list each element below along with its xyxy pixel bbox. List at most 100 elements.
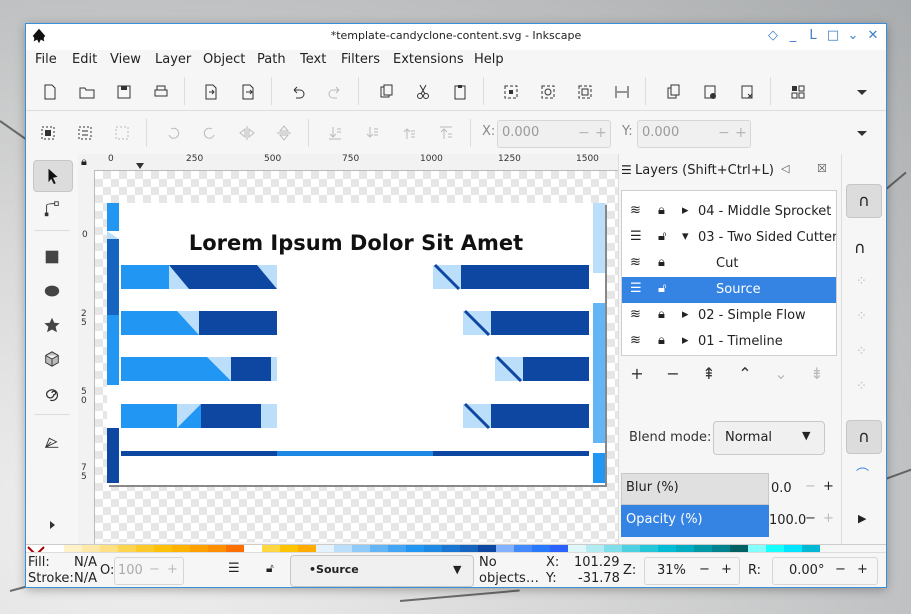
vertical-ruler[interactable]: 0 2 5 5 0 7 5 [78,170,95,544]
blur-value[interactable]: 0.0 [771,481,792,496]
chevrons-down-icon[interactable]: ⌄ [845,28,861,44]
undo-icon[interactable] [288,82,308,102]
rotation-plus-button[interactable]: + [857,562,868,577]
raise-icon[interactable] [399,123,419,143]
clone-icon[interactable] [700,82,720,102]
visibility-icon[interactable]: ≋ [630,307,641,322]
layer-row[interactable]: ≋ 🔒︎ ▸ 02 - Simple Flow [622,303,836,329]
x-input[interactable]: 0.000 [502,125,539,140]
visibility-icon[interactable]: ☰ [630,281,642,296]
y-input[interactable]: 0.000 [642,125,679,140]
group-icon[interactable] [788,82,808,102]
zoom-value[interactable]: 31% [657,563,686,578]
diamond-icon[interactable]: ◇ [765,28,781,44]
x-minus-button[interactable]: − [578,125,590,141]
rotation-field[interactable]: 0.00° − + [772,557,878,585]
rotate-cw-icon[interactable] [200,123,220,143]
opacity-minus-button[interactable]: − [805,511,816,526]
current-layer-select[interactable]: •Source ▼ [290,555,474,587]
menu-path[interactable]: Path [257,52,286,67]
document-page[interactable]: Lorem Ipsum Dolor Sit Amet [107,203,605,485]
save-icon[interactable] [114,82,134,102]
lock-guides-icon[interactable]: 🔒︎ [81,155,87,169]
visibility-icon[interactable]: ≋ [630,255,641,270]
lock-closed-icon[interactable]: 🔒︎ [658,333,665,348]
snap-edges-icon[interactable]: ⁘ [856,274,867,289]
import-icon[interactable] [201,82,221,102]
snap-midpoints-icon[interactable]: ⁘ [856,344,867,359]
selector-tool-icon[interactable] [33,160,73,192]
lock-open-icon[interactable]: 🔓︎ [658,229,666,244]
layer-name[interactable]: 04 - Middle Sprocket Cl [698,204,836,219]
opacity-slider[interactable]: Opacity (%) [621,505,769,537]
panel-dock-icon[interactable]: ◁ [781,162,789,175]
select-all-icon[interactable] [38,123,58,143]
rectangle-tool-icon[interactable] [33,242,71,272]
pen-tool-icon[interactable] [33,426,71,456]
new-document-icon[interactable] [40,82,60,102]
visibility-icon[interactable]: ☰ [630,229,642,244]
snap-more-icon[interactable]: ▶ [858,512,866,525]
layer-list[interactable]: ≋ 🔒︎ ▸ 04 - Middle Sprocket Cl ☰ 🔓︎ ▾ 03… [621,190,837,356]
lock-closed-icon[interactable]: 🔒︎ [658,255,665,270]
menu-object[interactable]: Object [203,52,245,67]
layers-toggle-icon[interactable]: ☰ [228,561,240,576]
spiral-tool-icon[interactable] [33,378,71,408]
print-icon[interactable] [151,82,171,102]
layer-lock-icon[interactable]: 🔓︎ [266,561,274,576]
flip-vertical-icon[interactable] [274,123,294,143]
add-layer-icon[interactable]: + [627,364,647,384]
opacity-plus-button[interactable]: + [823,511,834,526]
layer-row[interactable]: ≋ 🔒︎ Cut [622,251,836,277]
menu-view[interactable]: View [110,52,141,67]
snap-corners-icon[interactable]: ⁘ [856,309,867,324]
zoom-drawing-icon[interactable] [538,82,558,102]
remove-layer-icon[interactable]: − [663,364,683,384]
zoom-selection-icon[interactable] [501,82,521,102]
opacity-field[interactable]: 100 − + [114,557,184,585]
paste-icon[interactable] [450,82,470,102]
zoom-page-width-icon[interactable] [612,82,632,102]
duplicate-icon[interactable] [663,82,683,102]
raise-layer-top-icon[interactable]: ⇞ [699,364,719,384]
layer-row[interactable]: ☰ 🔓︎ ▾ 03 - Two Sided Cutter [622,225,836,251]
menu-layer[interactable]: Layer [155,52,191,67]
lower-icon[interactable] [362,123,382,143]
collapse-icon[interactable]: ▾ [682,229,689,244]
star-tool-icon[interactable] [33,310,71,340]
snap-nodes-icon[interactable]: ∩ [846,420,882,454]
copy-icon[interactable] [376,82,396,102]
maximize-icon[interactable]: □ [825,28,841,44]
close-icon[interactable]: ✕ [865,28,881,44]
visibility-icon[interactable]: ≋ [630,333,641,348]
layer-name[interactable]: 01 - Timeline [698,334,783,349]
controls-overflow-icon[interactable] [852,123,872,143]
zoom-minus-button[interactable]: − [699,562,710,577]
zoom-plus-button[interactable]: + [721,562,732,577]
layer-name[interactable]: 03 - Two Sided Cutter [698,230,836,245]
blur-minus-button[interactable]: − [805,479,816,494]
zoom-field[interactable]: 31% − + [644,557,740,585]
select-all-layers-icon[interactable] [75,123,95,143]
redo-icon[interactable] [325,82,345,102]
rotate-ccw-icon[interactable] [163,123,183,143]
lock-closed-icon[interactable]: 🔒︎ [658,203,665,218]
blur-slider[interactable]: Blur (%) [621,473,769,505]
layer-row[interactable]: ≋ 🔒︎ ▸ 01 - Timeline [622,329,836,355]
snap-toggle-icon[interactable]: ∩ [846,184,882,218]
3d-box-tool-icon[interactable] [33,344,71,374]
y-minus-button[interactable]: − [718,125,730,141]
layer-name[interactable]: Source [716,282,761,297]
o-plus-button[interactable]: + [167,562,178,577]
flip-horizontal-icon[interactable] [237,123,257,143]
lock-closed-icon[interactable]: 🔒︎ [658,307,665,322]
stroke-value[interactable]: N/A [74,571,97,586]
opacity-value[interactable]: 100.0 [769,513,806,528]
layer-row-selected[interactable]: ☰ 🔓︎ Source [622,277,836,303]
x-plus-button[interactable]: + [595,125,607,141]
menu-extensions[interactable]: Extensions [393,52,464,67]
layer-name[interactable]: 02 - Simple Flow [698,308,806,323]
horizontal-ruler[interactable]: 🔒︎ 0 250 500 750 1000 1250 1500 [78,154,618,171]
toolbar-overflow-icon[interactable] [852,82,872,102]
lower-to-bottom-icon[interactable] [325,123,345,143]
